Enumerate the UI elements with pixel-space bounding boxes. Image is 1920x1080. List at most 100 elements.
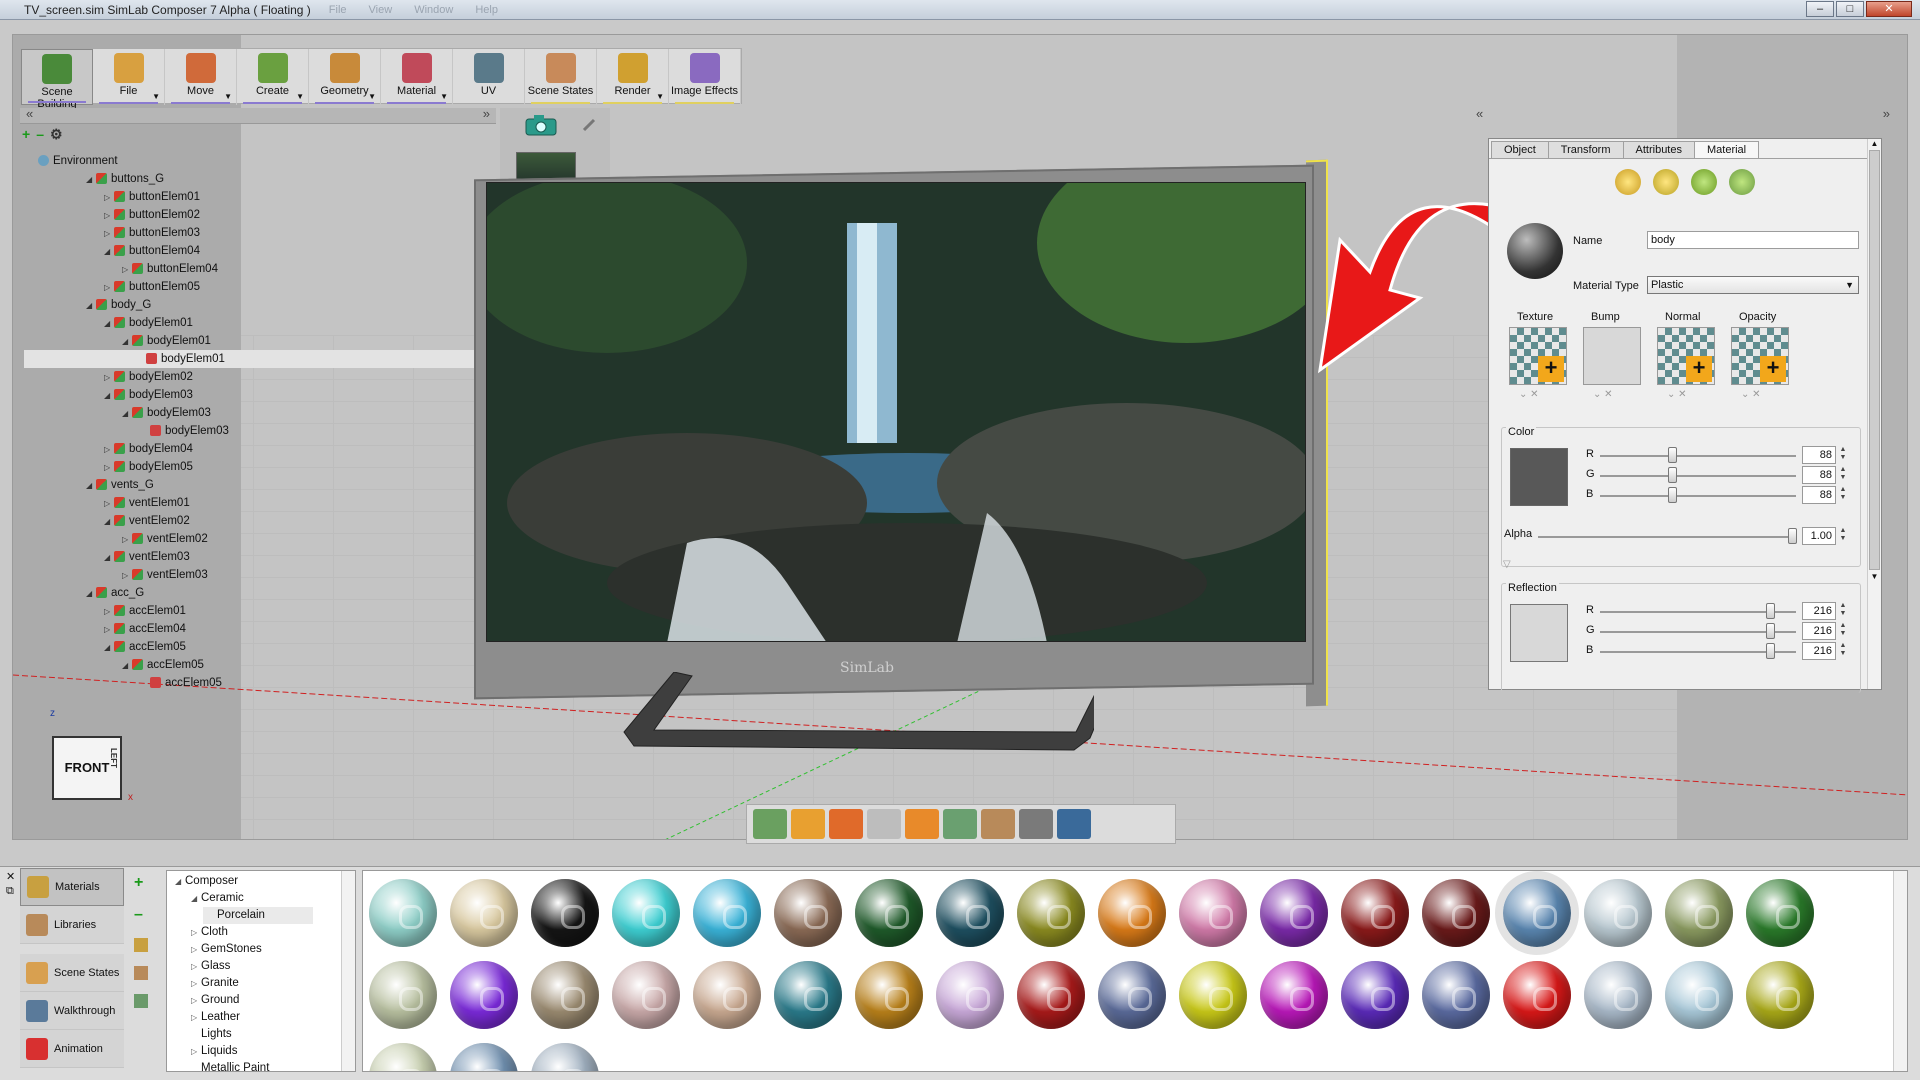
map-slot-bump[interactable] xyxy=(1583,327,1641,385)
reflection-slider-knob[interactable] xyxy=(1766,603,1776,619)
material-swatch[interactable] xyxy=(369,879,437,947)
select-cursor-icon[interactable] xyxy=(867,809,901,839)
scene-tree-node[interactable]: bodyElem01 xyxy=(24,350,480,368)
expand-arrow-icon[interactable]: ▷ xyxy=(122,261,132,279)
tab-object[interactable]: Object xyxy=(1491,141,1549,158)
scene-tree-node[interactable]: ◢ accElem05 xyxy=(28,656,480,674)
material-type-select[interactable]: Plastic ▼ xyxy=(1647,276,1859,294)
view-mode-icon[interactable] xyxy=(134,994,148,1008)
scene-tree-node[interactable]: ▷ ventElem02 xyxy=(28,530,480,548)
toolbar-button-file[interactable]: File ▼ xyxy=(93,49,165,105)
swatches-scrollbar[interactable] xyxy=(1893,871,1907,1071)
library-nav-libraries[interactable]: Libraries xyxy=(20,906,124,944)
scene-tree-node[interactable]: ◢ bodyElem03 xyxy=(28,386,480,404)
material-swatch[interactable] xyxy=(369,961,437,1029)
map-slot-opacity[interactable]: + xyxy=(1731,327,1789,385)
library-tree-item[interactable]: ◢ Ceramic xyxy=(167,890,355,907)
toolbar-button-material[interactable]: Material ▼ xyxy=(381,49,453,105)
toolbar-button-uv[interactable]: UV xyxy=(453,49,525,105)
library-tree-item[interactable]: Lights xyxy=(167,1026,355,1043)
orientation-cube[interactable]: FRONT LEFT xyxy=(52,736,122,800)
properties-scrollbar[interactable]: ▲ ▼ xyxy=(1867,139,1881,689)
view-cube-tool-icon[interactable] xyxy=(753,809,787,839)
material-swatch[interactable] xyxy=(450,961,518,1029)
material-swatch[interactable] xyxy=(450,879,518,947)
material-swatch[interactable] xyxy=(855,879,923,947)
tab-attributes[interactable]: Attributes xyxy=(1622,141,1695,158)
expand-arrow-icon[interactable]: ◢ xyxy=(191,890,201,907)
alpha-spin-icon[interactable]: ▲ ▼ xyxy=(1838,527,1848,545)
material-favorite-icon[interactable] xyxy=(1691,169,1717,195)
expand-arrow-icon[interactable]: ▷ xyxy=(191,941,201,958)
expand-arrow-icon[interactable]: ◢ xyxy=(104,513,114,531)
scene-tree-node[interactable]: ◢ bodyElem01 xyxy=(28,314,480,332)
material-swatch[interactable] xyxy=(1341,961,1409,1029)
material-swatch[interactable] xyxy=(1584,879,1652,947)
material-swatch[interactable] xyxy=(936,879,1004,947)
spin-icon[interactable]: ▲ ▼ xyxy=(1838,486,1848,504)
tv-screen-image[interactable] xyxy=(486,182,1306,642)
reflection-value-r[interactable]: 216 xyxy=(1802,602,1836,620)
expand-arrow-icon[interactable]: ◢ xyxy=(86,297,96,315)
add-material-icon[interactable]: + xyxy=(134,874,156,892)
expand-arrow-icon[interactable]: ▷ xyxy=(104,603,114,621)
expand-arrow-icon[interactable]: ◢ xyxy=(104,243,114,261)
panel-close-icon[interactable]: ✕ ⧉ xyxy=(6,870,15,898)
scene-tree-node[interactable]: ◢ buttons_G xyxy=(28,170,480,188)
scene-tree-node[interactable]: ▷ buttonElem05 xyxy=(28,278,480,296)
collapse-right-icon[interactable]: » xyxy=(1883,106,1890,121)
material-swatch[interactable] xyxy=(1098,879,1166,947)
expand-arrow-icon[interactable]: ▽ xyxy=(1503,559,1511,570)
reflection-swatch[interactable] xyxy=(1510,604,1568,662)
minimize-button[interactable]: – xyxy=(1806,1,1834,17)
camera-icon[interactable] xyxy=(524,114,558,136)
collapse-right-icon[interactable]: » xyxy=(483,106,490,121)
material-swatch[interactable] xyxy=(1422,879,1490,947)
material-swatch[interactable] xyxy=(1260,879,1328,947)
remove-node-icon[interactable]: – xyxy=(36,126,44,143)
map-options-icon[interactable]: ⌄ ✕ xyxy=(1593,389,1613,400)
scene-tree-node[interactable]: ▷ bodyElem02 xyxy=(28,368,480,386)
expand-arrow-icon[interactable]: ▷ xyxy=(104,459,114,477)
toolbar-button-geometry[interactable]: Geometry ▼ xyxy=(309,49,381,105)
library-tree-item[interactable]: ▷ Leather xyxy=(167,1009,355,1026)
library-tree-item[interactable]: ▷ Cloth xyxy=(167,924,355,941)
collapse-left-icon[interactable]: « xyxy=(1476,106,1483,121)
tab-material[interactable]: Material xyxy=(1693,141,1760,158)
tv-stand[interactable] xyxy=(614,672,1094,772)
library-tree-item[interactable]: ▷ GemStones xyxy=(167,941,355,958)
color-swatch[interactable] xyxy=(1510,448,1568,506)
material-swatch[interactable] xyxy=(531,879,599,947)
expand-arrow-icon[interactable]: ◢ xyxy=(122,333,132,351)
spin-icon[interactable]: ▲ ▼ xyxy=(1838,622,1848,640)
color-slider-knob[interactable] xyxy=(1667,447,1677,463)
scene-tree-node[interactable]: ◢ body_G xyxy=(28,296,480,314)
expand-arrow-icon[interactable]: ▷ xyxy=(191,1009,201,1026)
material-swatch[interactable] xyxy=(369,1043,437,1071)
toolbar-button-create[interactable]: Create ▼ xyxy=(237,49,309,105)
scene-tree-node[interactable]: ◢ bodyElem01 xyxy=(28,332,480,350)
color-value-b[interactable]: 88 xyxy=(1802,486,1836,504)
color-slider-knob[interactable] xyxy=(1667,467,1677,483)
material-swatch[interactable] xyxy=(1422,961,1490,1029)
scene-tree-node[interactable]: ▷ ventElem03 xyxy=(28,566,480,584)
scene-tree-node[interactable]: Environment xyxy=(28,152,480,170)
expand-arrow-icon[interactable]: ▷ xyxy=(104,369,114,387)
expand-arrow-icon[interactable]: ◢ xyxy=(122,657,132,675)
material-swatch[interactable] xyxy=(693,879,761,947)
material-swatch[interactable] xyxy=(1260,961,1328,1029)
scene-tree-node[interactable]: ▷ buttonElem02 xyxy=(28,206,480,224)
material-name-field[interactable]: body xyxy=(1647,231,1859,249)
library-tree-item[interactable]: ▷ Liquids xyxy=(167,1043,355,1060)
material-swatch[interactable] xyxy=(450,1043,518,1071)
material-refresh-icon[interactable] xyxy=(1729,169,1755,195)
spin-icon[interactable]: ▲ ▼ xyxy=(1838,446,1848,464)
spin-icon[interactable]: ▲ ▼ xyxy=(1838,642,1848,660)
scene-tree-node[interactable]: ◢ bodyElem03 xyxy=(28,404,480,422)
expand-arrow-icon[interactable]: ◢ xyxy=(104,549,114,567)
scene-tree-node[interactable]: bodyElem03 xyxy=(28,422,480,440)
remove-material-icon[interactable]: – xyxy=(134,906,156,924)
expand-arrow-icon[interactable]: ▷ xyxy=(191,975,201,992)
scene-tree-node[interactable]: ▷ bodyElem04 xyxy=(28,440,480,458)
library-folder-icon[interactable] xyxy=(134,966,148,980)
